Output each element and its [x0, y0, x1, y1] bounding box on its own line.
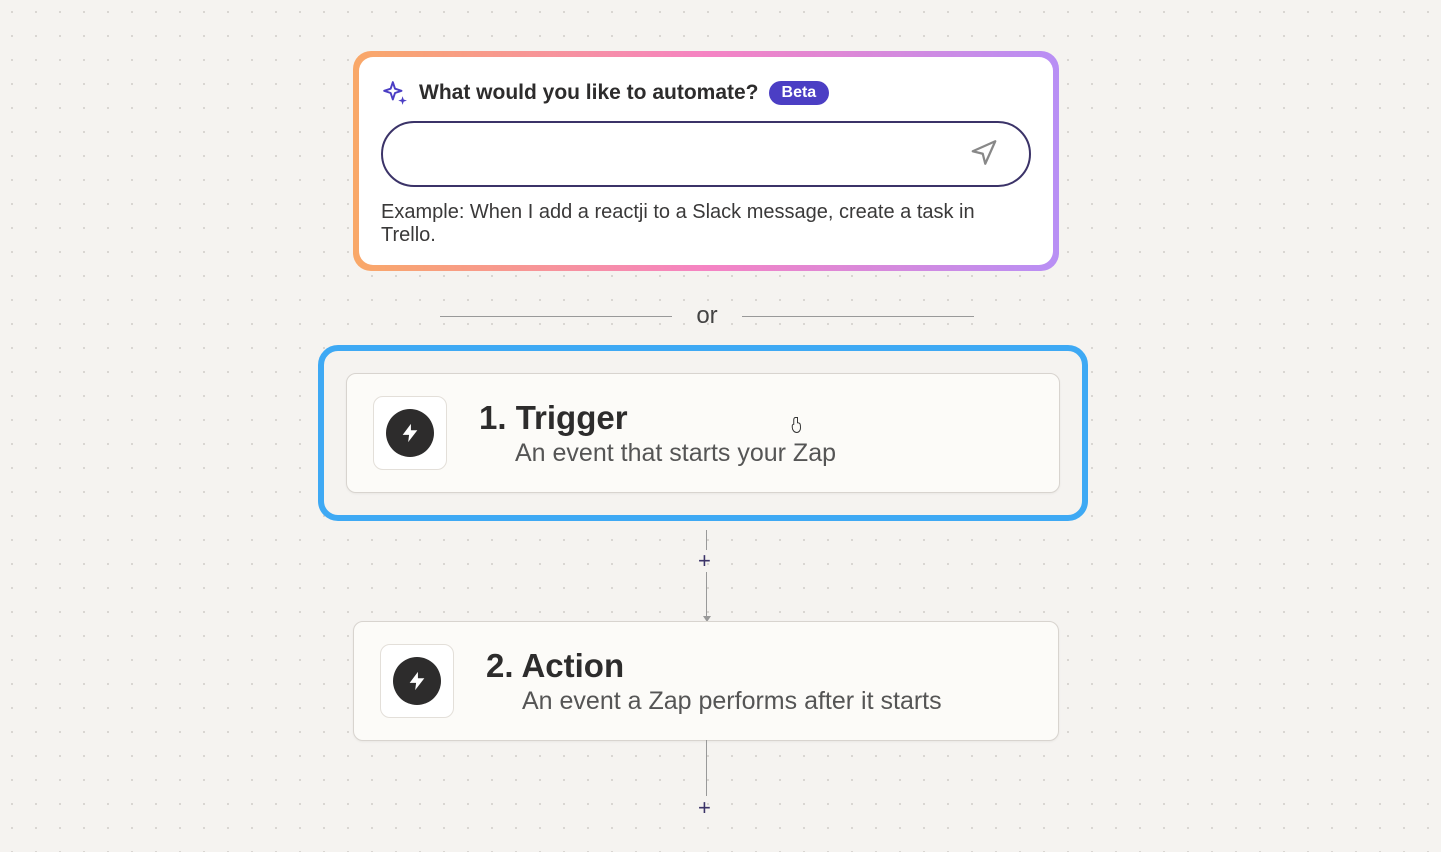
action-step-card[interactable]: 2. Action An event a Zap performs after …	[353, 621, 1059, 741]
ai-prompt-header: What would you like to automate? Beta	[381, 79, 1031, 107]
trigger-icon-box	[373, 396, 447, 470]
ai-input-wrapper	[381, 121, 1031, 187]
trigger-step-selected[interactable]: 1. Trigger An event that starts your Zap	[318, 345, 1088, 521]
connector-line-top	[706, 530, 707, 550]
ai-prompt-container: What would you like to automate? Beta Ex…	[353, 51, 1059, 271]
ai-prompt-panel: What would you like to automate? Beta Ex…	[359, 57, 1053, 265]
add-step-button-1[interactable]: +	[698, 548, 711, 574]
send-button[interactable]	[965, 134, 1003, 175]
trigger-subtitle: An event that starts your Zap	[479, 439, 1033, 468]
action-subtitle: An event a Zap performs after it starts	[486, 687, 1032, 716]
action-title: 2. Action	[486, 647, 1032, 685]
trigger-title: 1. Trigger	[479, 399, 1033, 437]
trigger-text-block: 1. Trigger An event that starts your Zap	[479, 399, 1033, 468]
send-icon	[969, 138, 999, 171]
or-divider: or	[440, 302, 974, 330]
connector-line-bottom	[706, 740, 707, 796]
sparkle-icon	[381, 79, 409, 107]
ai-prompt-example: Example: When I add a reactji to a Slack…	[381, 201, 1031, 247]
ai-prompt-title: What would you like to automate?	[419, 81, 759, 105]
divider-line-right	[742, 316, 974, 317]
bolt-icon	[393, 657, 441, 705]
divider-line-left	[440, 316, 672, 317]
bolt-icon	[386, 409, 434, 457]
add-step-button-2[interactable]: +	[698, 795, 711, 821]
beta-badge: Beta	[769, 81, 830, 105]
trigger-step-card: 1. Trigger An event that starts your Zap	[346, 373, 1060, 493]
action-icon-box	[380, 644, 454, 718]
or-text: or	[696, 302, 717, 330]
connector-line-arrow	[706, 572, 707, 620]
ai-prompt-input[interactable]	[381, 121, 1031, 187]
action-text-block: 2. Action An event a Zap performs after …	[486, 647, 1032, 716]
